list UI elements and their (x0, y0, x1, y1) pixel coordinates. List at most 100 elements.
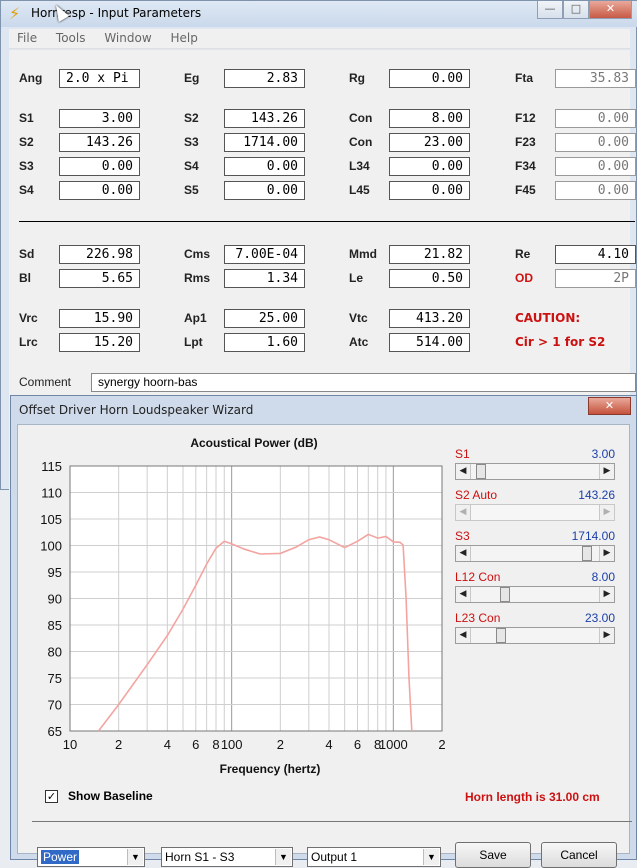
scroll-left-icon[interactable]: ◀ (456, 587, 471, 602)
slider-value-0: 3.00 (591, 447, 615, 461)
slider-thumb[interactable] (581, 546, 592, 561)
slider-4[interactable]: ◀ ▶ (455, 627, 615, 644)
wizard-title: Offset Driver Horn Loudspeaker Wizard (19, 403, 254, 417)
show-baseline-checkbox[interactable]: ✓ (45, 790, 58, 803)
f23-label: F23 (515, 135, 536, 149)
scroll-left-icon[interactable]: ◀ (456, 628, 471, 643)
scroll-left-icon[interactable]: ◀ (456, 505, 471, 520)
con12-field[interactable]: 8.00 (389, 109, 470, 128)
lightning-icon: ⚡ (9, 4, 21, 23)
scroll-right-icon[interactable]: ▶ (599, 546, 614, 561)
ang-field[interactable]: 2.0 x Pi (59, 69, 140, 88)
s2b-field[interactable]: 143.26 (59, 133, 140, 152)
x-tick-label: 2 (115, 737, 122, 752)
s3-field[interactable]: 1714.00 (224, 133, 305, 152)
save-button[interactable]: Save (455, 842, 531, 868)
s5-field[interactable]: 0.00 (224, 181, 305, 200)
od-field: 2P (555, 269, 636, 288)
l45-field[interactable]: 0.00 (389, 181, 470, 200)
l34-label: L34 (349, 159, 370, 173)
s1-label: S1 (19, 111, 34, 125)
output-dropdown[interactable]: Output 1 ▼ (307, 847, 441, 867)
menu-help[interactable]: Help (162, 29, 204, 45)
s3-label: S3 (184, 135, 199, 149)
od-label: OD (515, 271, 533, 285)
scroll-right-icon[interactable]: ▶ (599, 464, 614, 479)
slider-thumb[interactable] (500, 587, 511, 602)
s2-field[interactable]: 143.26 (224, 109, 305, 128)
scroll-left-icon[interactable]: ◀ (456, 464, 471, 479)
sd-field[interactable]: 226.98 (59, 245, 140, 264)
fta-field: 35.83 (555, 69, 636, 88)
mode-dropdown[interactable]: Power ▼ (37, 847, 145, 867)
scroll-left-icon[interactable]: ◀ (456, 546, 471, 561)
scroll-right-icon[interactable]: ▶ (599, 628, 614, 643)
s2b-label: S2 (19, 135, 34, 149)
menu-window[interactable]: Window (96, 29, 158, 45)
cms-field[interactable]: 7.00E-04 (224, 245, 305, 264)
x-tick-label: 8 (212, 737, 219, 752)
rms-field[interactable]: 1.34 (224, 269, 305, 288)
bl-field[interactable]: 5.65 (59, 269, 140, 288)
menu-file[interactable]: File (9, 29, 44, 45)
s1-field[interactable]: 3.00 (59, 109, 140, 128)
menu-tools[interactable]: Tools (48, 29, 93, 45)
le-field[interactable]: 0.50 (389, 269, 470, 288)
l34-field[interactable]: 0.00 (389, 157, 470, 176)
slider-thumb[interactable] (475, 464, 486, 479)
close-button[interactable]: ✕ (589, 1, 632, 19)
x-tick-label: 2 (277, 737, 284, 752)
mode-dropdown-value: Power (41, 850, 80, 864)
vrc-field[interactable]: 15.90 (59, 309, 140, 328)
title-bar[interactable]: ⚡ Hornresp - Input Parameters — □ ✕ (1, 1, 637, 27)
sd-label: Sd (19, 247, 35, 261)
scroll-right-icon[interactable]: ▶ (599, 505, 614, 520)
slider-2[interactable]: ◀ ▶ (455, 545, 615, 562)
s4b-field[interactable]: 0.00 (59, 181, 140, 200)
x-tick-label: 6 (354, 737, 361, 752)
atc-field[interactable]: 514.00 (389, 333, 470, 352)
x-tick-label: 100 (221, 737, 243, 752)
wizard-title-bar[interactable]: Offset Driver Horn Loudspeaker Wizard ✕ (11, 396, 636, 424)
wizard-close-button[interactable]: ✕ (588, 397, 631, 415)
cancel-button[interactable]: Cancel (541, 842, 617, 868)
slider-1: ◀ ▶ (455, 504, 615, 521)
horn-dropdown[interactable]: Horn S1 - S3 ▼ (161, 847, 293, 867)
con23-field[interactable]: 23.00 (389, 133, 470, 152)
vtc-field[interactable]: 413.20 (389, 309, 470, 328)
lrc-field[interactable]: 15.20 (59, 333, 140, 352)
y-tick-label: 85 (48, 618, 62, 633)
slider-thumb[interactable] (495, 628, 506, 643)
maximize-button[interactable]: □ (563, 1, 589, 19)
slider-value-3: 8.00 (591, 570, 615, 584)
eg-field[interactable]: 2.83 (224, 69, 305, 88)
rms-label: Rms (184, 271, 211, 285)
s4-field[interactable]: 0.00 (224, 157, 305, 176)
y-tick-label: 80 (48, 645, 62, 660)
chevron-down-icon[interactable]: ▼ (423, 849, 439, 865)
slider-3[interactable]: ◀ ▶ (455, 586, 615, 603)
s3b-label: S3 (19, 159, 34, 173)
s2-label: S2 (184, 111, 199, 125)
l45-label: L45 (349, 183, 370, 197)
slider-label-4: L23 Con (455, 611, 501, 625)
slider-value-4: 23.00 (584, 611, 615, 625)
caption-buttons: — □ ✕ (537, 1, 632, 19)
menu-bar: File Tools Window Help (9, 29, 630, 49)
rg-field[interactable]: 0.00 (389, 69, 470, 88)
slider-0[interactable]: ◀ ▶ (455, 463, 615, 480)
chevron-down-icon[interactable]: ▼ (127, 849, 143, 865)
f34-label: F34 (515, 159, 536, 173)
s4-label: S4 (184, 159, 199, 173)
chevron-down-icon[interactable]: ▼ (275, 849, 291, 865)
re-field[interactable]: 4.10 (555, 245, 636, 264)
minimize-button[interactable]: — (537, 1, 563, 19)
slider-value-1: 143.26 (578, 488, 615, 502)
comment-field[interactable]: synergy hoorn-bas (91, 373, 636, 392)
scroll-right-icon[interactable]: ▶ (599, 587, 614, 602)
ap1-field[interactable]: 25.00 (224, 309, 305, 328)
rg-label: Rg (349, 71, 365, 85)
mmd-field[interactable]: 21.82 (389, 245, 470, 264)
s3b-field[interactable]: 0.00 (59, 157, 140, 176)
lpt-field[interactable]: 1.60 (224, 333, 305, 352)
